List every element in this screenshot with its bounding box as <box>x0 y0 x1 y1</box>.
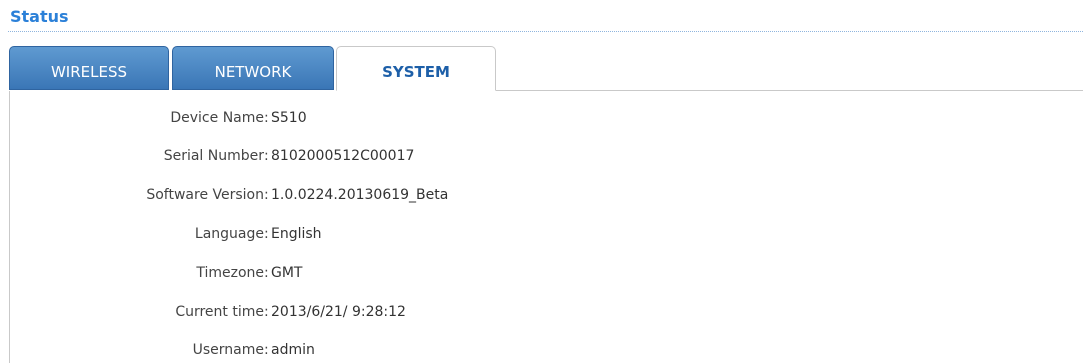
device-name-value: S510 <box>271 110 307 126</box>
row-current-time: Current time : 2013/6/21/ 9:28:12 <box>0 302 1083 322</box>
tab-system[interactable]: SYSTEM <box>336 46 496 91</box>
timezone-label: Timezone <box>196 265 264 281</box>
title-divider <box>8 31 1083 32</box>
software-version-separator: : <box>264 187 269 203</box>
username-value: admin <box>271 342 315 358</box>
device-name-label: Device Name <box>170 110 264 126</box>
serial-number-label: Serial Number <box>163 148 264 164</box>
serial-number-value: 8102000512C00017 <box>271 148 415 164</box>
username-label: Username <box>192 342 264 358</box>
timezone-value: GMT <box>271 265 303 281</box>
page-title: Status <box>10 7 69 26</box>
language-value: English <box>271 226 322 242</box>
row-serial-number: Serial Number : 8102000512C00017 <box>0 146 1083 166</box>
row-language: Language : English <box>0 224 1083 244</box>
software-version-value: 1.0.0224.20130619_Beta <box>271 187 449 203</box>
tab-network[interactable]: NETWORK <box>172 46 334 90</box>
language-label: Language <box>194 226 264 242</box>
username-separator: : <box>264 342 269 358</box>
language-separator: : <box>264 226 269 242</box>
current-time-label: Current time <box>175 304 264 320</box>
tab-baseline-divider <box>496 90 1083 91</box>
device-name-separator: : <box>264 110 269 126</box>
timezone-separator: : <box>264 265 269 281</box>
current-time-value: 2013/6/21/ 9:28:12 <box>271 304 406 320</box>
row-timezone: Timezone : GMT <box>0 263 1083 283</box>
current-time-separator: : <box>264 304 269 320</box>
row-username: Username : admin <box>0 340 1083 360</box>
row-software-version: Software Version : 1.0.0224.20130619_Bet… <box>0 185 1083 205</box>
status-tabs: WIRELESS NETWORK SYSTEM <box>9 46 1083 91</box>
serial-number-separator: : <box>264 148 269 164</box>
row-device-name: Device Name : S510 <box>0 108 1083 128</box>
software-version-label: Software Version <box>146 187 264 203</box>
tab-wireless[interactable]: WIRELESS <box>9 46 169 90</box>
